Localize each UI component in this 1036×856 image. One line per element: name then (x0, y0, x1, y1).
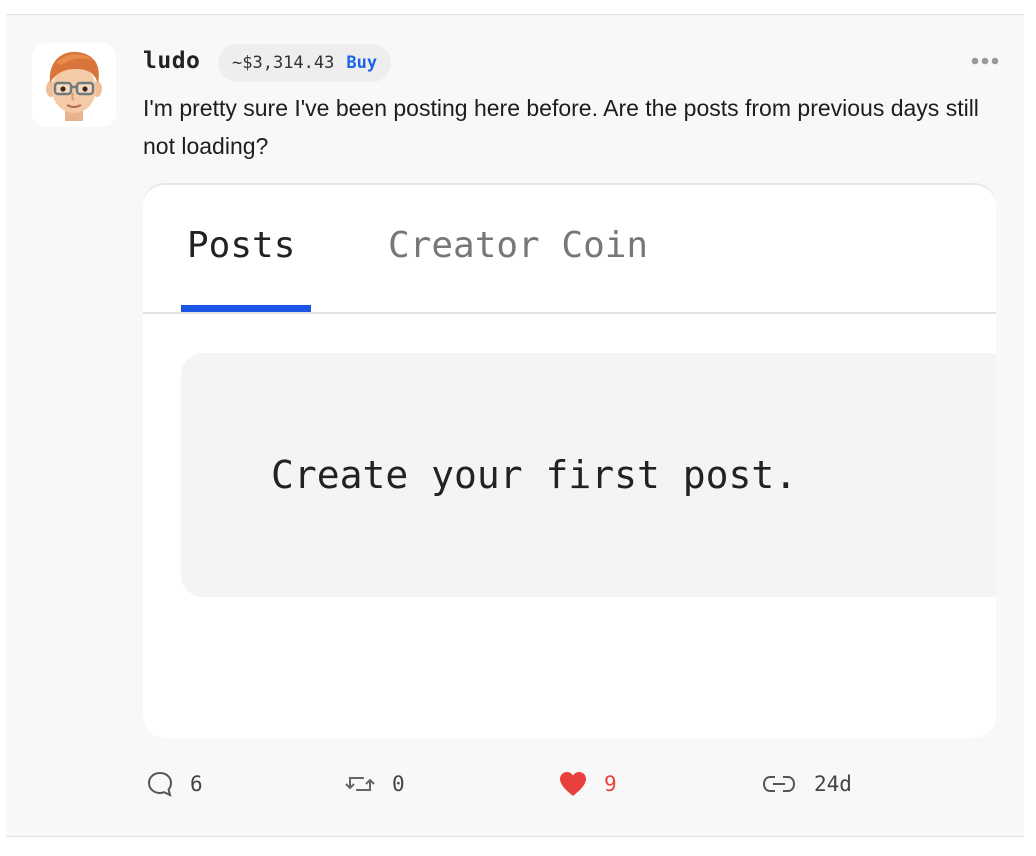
post-body: I'm pretty sure I've been posting here b… (143, 95, 979, 159)
active-tab-indicator (181, 305, 311, 312)
creator-coin-pill: ~$3,314.43 Buy (218, 44, 392, 82)
avatar[interactable] (32, 43, 116, 127)
tab-creator-coin: Creator Coin (388, 225, 649, 266)
like-button[interactable]: 9 (558, 769, 617, 799)
comment-button[interactable]: 6 (146, 769, 203, 799)
embedded-screenshot[interactable]: Posts Creator Coin Create your first pos… (143, 183, 996, 738)
username[interactable]: ludo (143, 48, 200, 74)
more-icon (971, 57, 999, 65)
permalink-button[interactable]: 24d (760, 769, 852, 799)
empty-state-message: Create your first post. (271, 453, 798, 497)
link-icon (760, 772, 798, 796)
tab-divider (143, 312, 996, 314)
coin-price: ~$3,314.43 (232, 53, 335, 73)
avatar-image (32, 43, 116, 127)
repost-icon (344, 770, 376, 798)
comment-icon (146, 770, 174, 798)
more-options-button[interactable] (969, 49, 1001, 73)
empty-state-box: Create your first post. (181, 353, 996, 597)
repost-button[interactable]: 0 (344, 769, 405, 799)
repost-count: 0 (392, 772, 405, 796)
comment-count: 6 (190, 772, 203, 796)
buy-button[interactable]: Buy (346, 53, 377, 73)
post-card: ludo ~$3,314.43 Buy I'm pretty sure I've… (6, 14, 1024, 837)
like-count: 9 (604, 772, 617, 796)
heart-icon (558, 770, 588, 798)
tab-posts: Posts (187, 225, 296, 266)
post-age: 24d (814, 772, 852, 796)
